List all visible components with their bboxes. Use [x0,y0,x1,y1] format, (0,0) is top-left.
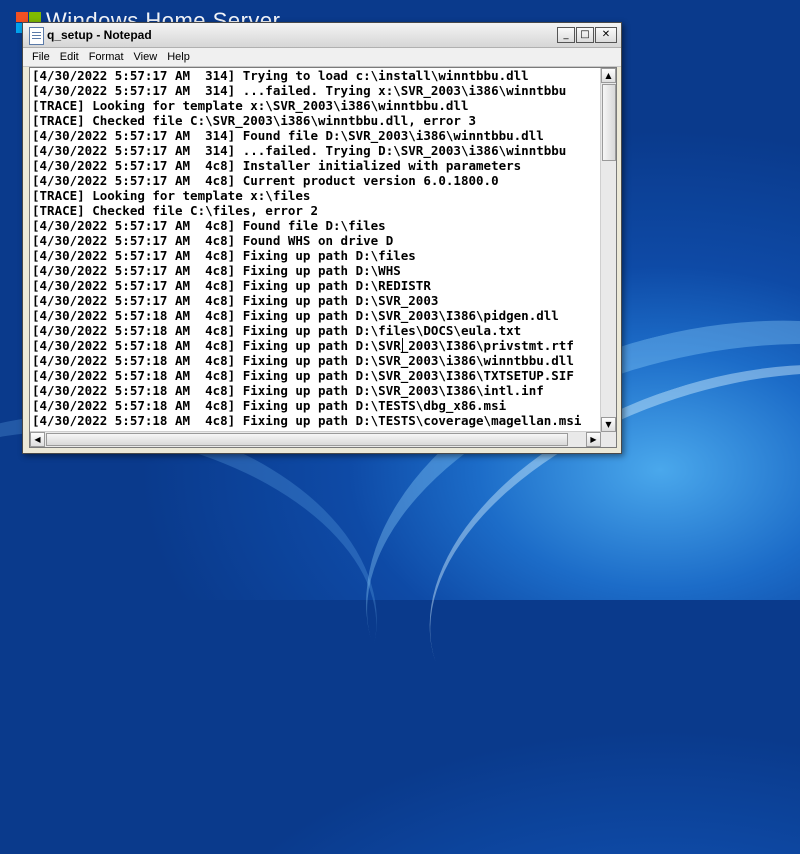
scroll-up-button[interactable]: ▲ [601,68,616,83]
notepad-icon [29,27,44,45]
menu-bar: File Edit Format View Help [23,48,621,67]
text-line: [4/30/2022 5:57:18 AM 4c8] Fixing up pat… [32,338,574,353]
text-line: [4/30/2022 5:57:17 AM 314] ...failed. Tr… [32,143,567,158]
text-line: [4/30/2022 5:57:17 AM 4c8] Fixing up pat… [32,248,416,263]
close-button[interactable]: ✕ [595,27,617,43]
text-line: [4/30/2022 5:57:18 AM 4c8] Fixing up pat… [32,323,522,338]
text-cursor [402,338,403,352]
minimize-button[interactable]: _ [557,27,575,43]
text-line: [4/30/2022 5:57:17 AM 4c8] Installer ini… [32,158,522,173]
notepad-window[interactable]: q_setup - Notepad _ □ ✕ File Edit Format… [22,22,622,454]
menu-view[interactable]: View [129,51,163,63]
title-bar[interactable]: q_setup - Notepad _ □ ✕ [23,23,621,48]
text-line: [4/30/2022 5:57:17 AM 4c8] Current produ… [32,173,499,188]
menu-file[interactable]: File [27,51,55,63]
text-area[interactable]: [4/30/2022 5:57:17 AM 314] Trying to loa… [30,68,601,432]
text-line: [4/30/2022 5:57:18 AM 4c8] Fixing up pat… [32,383,544,398]
text-line: [4/30/2022 5:57:17 AM 314] Found file D:… [32,128,544,143]
text-line: [4/30/2022 5:57:17 AM 314] ...failed. Tr… [32,83,567,98]
text-line: [4/30/2022 5:57:18 AM 4c8] Fixing up pat… [32,413,582,428]
text-line: [4/30/2022 5:57:17 AM 4c8] Found WHS on … [32,233,394,248]
text-line: [4/30/2022 5:57:18 AM 4c8] Fixing up pat… [32,308,559,323]
scroll-down-button[interactable]: ▼ [601,417,616,432]
text-line: [4/30/2022 5:57:18 AM 4c8] Fixing up pat… [32,368,574,383]
menu-edit[interactable]: Edit [55,51,84,63]
text-line: [TRACE] Looking for template x:\files [32,188,311,203]
maximize-button[interactable]: □ [576,27,594,43]
horizontal-scroll-thumb[interactable] [46,433,568,446]
vertical-scrollbar[interactable]: ▲ ▼ [600,68,616,432]
scroll-right-button[interactable]: ▶ [586,432,601,447]
text-line: [TRACE] Looking for template x:\SVR_2003… [32,98,469,113]
horizontal-scrollbar[interactable]: ◀ ▶ [30,431,601,447]
text-line: [4/30/2022 5:57:18 AM 4c8] Fixing up pat… [32,398,507,413]
scroll-left-button[interactable]: ◀ [30,432,45,447]
text-line: [TRACE] Checked file C:\SVR_2003\i386\wi… [32,113,477,128]
vertical-scroll-thumb[interactable] [602,84,616,161]
text-line: [4/30/2022 5:57:17 AM 4c8] Fixing up pat… [32,263,401,278]
menu-format[interactable]: Format [84,51,129,63]
text-line: [4/30/2022 5:57:17 AM 4c8] Found file D:… [32,218,386,233]
text-line: [4/30/2022 5:57:17 AM 4c8] Fixing up pat… [32,278,431,293]
text-line: [4/30/2022 5:57:17 AM 4c8] Fixing up pat… [32,293,439,308]
size-grip[interactable] [601,432,616,447]
text-line: [4/30/2022 5:57:17 AM 314] Trying to loa… [32,68,529,83]
window-controls: _ □ ✕ [557,27,617,43]
text-line: [TRACE] Checked file C:\files, error 2 [32,203,318,218]
menu-help[interactable]: Help [162,51,195,63]
text-line: [4/30/2022 5:57:18 AM 4c8] Fixing up pat… [32,353,574,368]
window-title: q_setup - Notepad [47,28,152,42]
text-editor[interactable]: [4/30/2022 5:57:17 AM 314] Trying to loa… [29,67,617,448]
